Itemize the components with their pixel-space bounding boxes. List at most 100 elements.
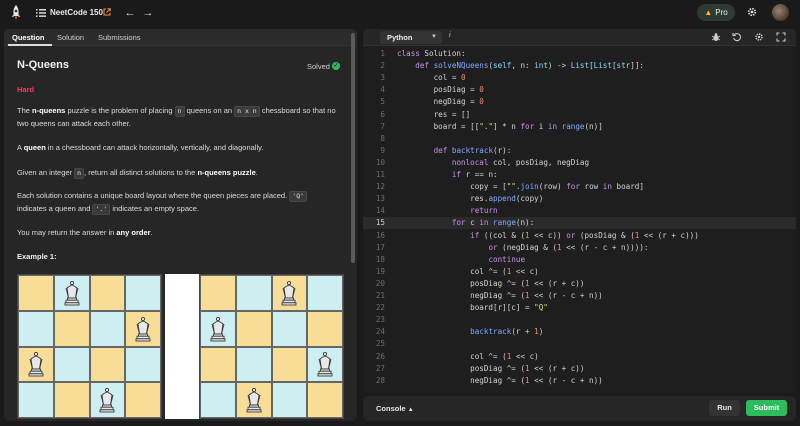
console-toggle[interactable]: Console ▲ [376, 404, 414, 413]
code-text: board[r][c] = "Q" [397, 303, 548, 313]
queen-piece-icon [132, 316, 154, 342]
code-line[interactable]: 10 nonlocal col, posDiag, negDiag [363, 157, 796, 169]
app-title[interactable]: NeetCode 150 [50, 8, 103, 17]
code-line[interactable]: 5 negDiag = 0 [363, 96, 796, 108]
board-cell [18, 382, 54, 418]
board-cell [89, 346, 126, 383]
prev-problem-arrow-icon[interactable]: ← [124, 7, 136, 19]
code-line[interactable]: 22 board[r][c] = "Q" [363, 302, 796, 314]
code-line[interactable]: 20 posDiag ^= (1 << (r + c)) [363, 278, 796, 290]
line-number: 23 [375, 315, 385, 325]
external-link-icon[interactable] [103, 8, 111, 16]
console-label: Console [376, 404, 406, 413]
description-paragraph-2: A queen in a chessboard can attack horiz… [17, 141, 342, 154]
code-line[interactable]: 11 if r == n: [363, 169, 796, 181]
code-text: def solveNQueens(self, n: int) -> List[L… [415, 61, 644, 71]
editor-settings-icon[interactable] [754, 32, 764, 42]
language-select[interactable]: Python ▼ [380, 31, 442, 44]
code-line[interactable]: 14 return [363, 205, 796, 217]
board-cell [200, 275, 236, 311]
description-scrollbar[interactable] [351, 33, 355, 263]
line-number: 27 [375, 363, 385, 373]
submit-button[interactable]: Submit [746, 400, 787, 416]
code-editor[interactable]: 1 class Solution: 2 def solveNQueens(self,… [363, 48, 796, 393]
line-number: 10 [375, 157, 385, 167]
line-number: 5 [380, 97, 385, 107]
tab-solution[interactable]: Solution [57, 29, 84, 46]
code-line[interactable]: 8 [363, 133, 796, 145]
line-number: 13 [375, 194, 385, 204]
text: Each solution contains a unique board la… [17, 191, 290, 200]
code-line[interactable]: 12 copy = ["".join(row) for row in board… [363, 181, 796, 193]
reset-icon[interactable] [732, 32, 742, 42]
code-line[interactable]: 25 [363, 338, 796, 350]
info-icon[interactable]: i [449, 32, 451, 39]
queen-piece-icon [61, 280, 83, 306]
text: Given an integer [17, 168, 75, 177]
user-avatar[interactable] [772, 4, 789, 21]
text: You may return the answer in [17, 228, 117, 237]
code-line[interactable]: 7 board = [["."] * n for i in range(n)] [363, 121, 796, 133]
text: puzzle is the problem of placing [65, 106, 175, 115]
problem-list-icon[interactable] [36, 8, 46, 18]
bug-icon[interactable] [711, 32, 721, 42]
code-line[interactable]: 3 col = 0 [363, 72, 796, 84]
code-line[interactable]: 24 backtrack(r + 1) [363, 326, 796, 338]
board-cell [53, 382, 90, 418]
line-number: 18 [375, 254, 385, 264]
board-cell [125, 346, 161, 383]
line-number: 7 [380, 121, 385, 131]
description-paragraph-1: The n-queens puzzle is the problem of pl… [17, 104, 342, 130]
editor-header: Python ▼ i [363, 29, 796, 46]
tab-submissions[interactable]: Submissions [98, 29, 141, 46]
code-line[interactable]: 1 class Solution: [363, 48, 796, 60]
board-cell [235, 382, 272, 418]
code-text: posDiag = 0 [397, 85, 484, 95]
next-problem-arrow-icon[interactable]: → [142, 7, 154, 19]
code-text: negDiag = 0 [397, 97, 484, 107]
inline-code: n [74, 168, 85, 179]
pro-badge[interactable]: ▲ Pro [697, 4, 735, 21]
code-line[interactable]: 27 posDiag ^= (1 << (r + c)) [363, 363, 796, 375]
code-line[interactable]: 26 col ^= (1 << c) [363, 351, 796, 363]
board-cell [307, 382, 343, 418]
code-line[interactable]: 4 posDiag = 0 [363, 84, 796, 96]
code-line[interactable]: 15 for c in range(n): [363, 217, 796, 230]
text: . [150, 228, 153, 237]
code-text: negDiag ^= (1 << (r - c + n)) [397, 375, 603, 385]
board-cell [18, 310, 54, 347]
text-bold: n-queens puzzle [197, 168, 256, 177]
code-text: copy = ["".join(row) for row in board] [397, 182, 644, 192]
code-line[interactable]: 19 col ^= (1 << c) [363, 266, 796, 278]
code-line[interactable]: 6 res = [] [363, 109, 796, 121]
code-line[interactable]: 13 res.append(copy) [363, 193, 796, 205]
code-line[interactable]: 16 if ((col & (1 << c)) or (posDiag & (1… [363, 230, 796, 242]
code-text: continue [488, 254, 526, 264]
fullscreen-icon[interactable] [776, 32, 786, 42]
settings-gear-icon[interactable] [746, 6, 758, 18]
text: in a chessboard can attack horizontally,… [45, 143, 264, 152]
code-line[interactable]: 9 def backtrack(r): [363, 145, 796, 157]
code-line[interactable]: 2 def solveNQueens(self, n: int) -> List… [363, 60, 796, 72]
inline-code: 'Q' [289, 191, 308, 202]
code-line[interactable]: 23 [363, 314, 796, 326]
board-cell [235, 275, 272, 311]
text-bold: any order [116, 228, 151, 237]
pro-label: Pro [715, 8, 728, 17]
code-line[interactable]: 21 negDiag ^= (1 << (r - c + n)) [363, 290, 796, 302]
code-line[interactable]: 28 negDiag ^= (1 << (r - c + n)) [363, 375, 796, 387]
code-line[interactable]: 17 or (negDiag & (1 << (r - c + n)))): [363, 242, 796, 254]
code-text: col = 0 [397, 73, 466, 83]
rocket-logo-icon[interactable] [10, 5, 22, 21]
run-button[interactable]: Run [709, 400, 740, 416]
line-number: 20 [375, 278, 385, 288]
chessboard-solution-2 [199, 274, 344, 419]
board-cell [53, 346, 90, 383]
code-text: posDiag ^= (1 << (r + c)) [397, 363, 585, 373]
board-cell [53, 310, 90, 347]
code-text: class Solution: [397, 49, 466, 58]
code-line[interactable]: 18 continue [363, 254, 796, 266]
code-text: negDiag ^= (1 << (r - c + n)) [397, 291, 603, 300]
description-paragraph-4: Each solution contains a unique board la… [17, 189, 342, 215]
line-number: 4 [380, 85, 385, 95]
